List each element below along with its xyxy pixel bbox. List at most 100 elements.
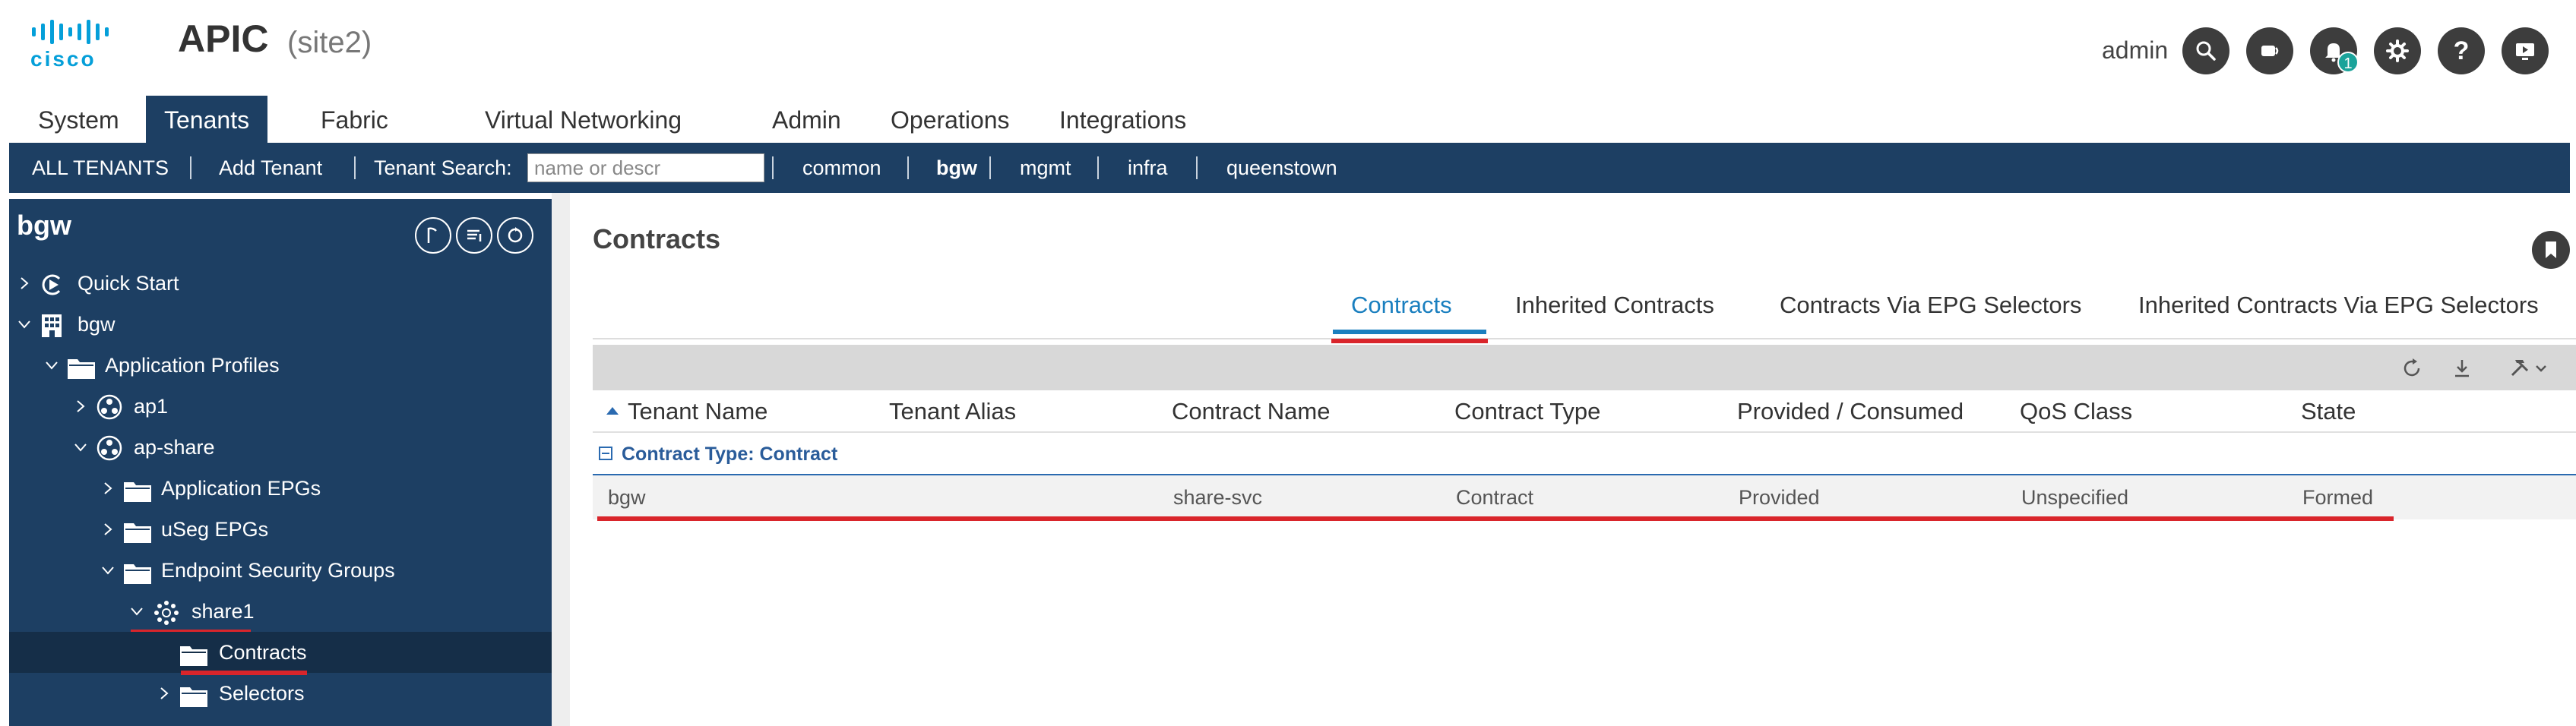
main-nav: System Tenants Fabric Virtual Networking…: [0, 96, 1292, 143]
table-row[interactable]: bgw share-svc Contract Provided Unspecif…: [593, 475, 2576, 519]
tab-integrations[interactable]: Integrations: [1041, 96, 1204, 143]
divider: [1196, 156, 1198, 179]
tree-list-button[interactable]: [456, 217, 492, 254]
tree-item-tenant-bgw[interactable]: bgw: [9, 304, 552, 345]
notification-badge: 1: [2337, 52, 2359, 73]
logo-text: cisco: [30, 47, 97, 71]
chevron-right-icon[interactable]: [99, 509, 117, 550]
tree-refresh-button[interactable]: [497, 217, 533, 254]
tab-contracts[interactable]: Contracts: [1351, 292, 1452, 319]
flag-icon: [427, 227, 437, 243]
help-button[interactable]: ?: [2438, 27, 2485, 74]
folder-icon: [67, 352, 95, 379]
tenant-link-mgmt[interactable]: mgmt: [1020, 143, 1071, 193]
tools-menu-button[interactable]: [2508, 355, 2550, 381]
work-pane: Contracts Contracts Inherited Contracts …: [570, 193, 2576, 726]
settings-button[interactable]: [2374, 27, 2421, 74]
cell-contract-type: Contract: [1456, 486, 1534, 509]
refresh-icon: [508, 227, 523, 243]
tab-fabric[interactable]: Fabric: [302, 96, 407, 143]
tab-virtual-networking[interactable]: Virtual Networking: [467, 96, 700, 143]
tree-item-application-epgs[interactable]: Application EPGs: [9, 468, 552, 509]
tenant-link-common[interactable]: common: [802, 143, 881, 193]
screen-button[interactable]: [2502, 27, 2549, 74]
column-header-qos-class[interactable]: QoS Class: [2020, 390, 2132, 433]
tab-contracts-via-epg-selectors[interactable]: Contracts Via EPG Selectors: [1780, 292, 2081, 319]
tree-expand-button[interactable]: [415, 217, 451, 254]
notifications-button[interactable]: 1: [2310, 27, 2359, 74]
chevron-down-icon[interactable]: [15, 304, 33, 345]
active-tab-indicator: [1333, 330, 1486, 334]
tenant-subnav: ALL TENANTS Add Tenant Tenant Search: co…: [9, 143, 2570, 193]
cell-qos-class: Unspecified: [2021, 486, 2129, 509]
app-title: APIC: [178, 17, 269, 60]
tab-inherited-contracts-via-epg-selectors[interactable]: Inherited Contracts Via EPG Selectors: [2138, 292, 2539, 319]
table-header: Tenant Name Tenant Alias Contract Name C…: [593, 390, 2576, 433]
tenant-link-infra[interactable]: infra: [1128, 143, 1168, 193]
tree-item-ap1[interactable]: ap1: [9, 386, 552, 427]
announcement-button[interactable]: [2246, 27, 2293, 74]
group-label: Contract Type: Contract: [622, 443, 838, 465]
app-profile-icon: [96, 393, 123, 420]
tree-label: share1: [191, 600, 255, 623]
tenant-search-label: Tenant Search:: [374, 156, 512, 179]
cell-tenant-name: bgw: [608, 486, 646, 509]
folder-icon: [179, 639, 207, 666]
tree-label: ap-share: [134, 436, 215, 459]
bookmark-button[interactable]: [2532, 231, 2570, 269]
username[interactable]: admin: [2102, 36, 2168, 65]
column-header-tenant-alias[interactable]: Tenant Alias: [889, 390, 1016, 433]
cell-provided-consumed: Provided: [1739, 486, 1820, 509]
tenant-search-input[interactable]: [527, 153, 764, 182]
tenant-link-bgw[interactable]: bgw: [936, 143, 977, 193]
chevron-right-icon[interactable]: [155, 673, 173, 714]
column-header-contract-type[interactable]: Contract Type: [1454, 390, 1600, 433]
collapse-icon[interactable]: [599, 447, 612, 460]
all-tenants-link[interactable]: ALL TENANTS: [32, 143, 169, 193]
tree-toolbar: [415, 217, 533, 254]
column-header-contract-name[interactable]: Contract Name: [1172, 390, 1330, 433]
help-icon: ?: [2453, 36, 2470, 65]
gear-icon: [2386, 39, 2409, 62]
tree-item-application-profiles[interactable]: Application Profiles: [9, 345, 552, 386]
tree-title: bgw: [17, 210, 71, 241]
chevron-right-icon[interactable]: [71, 386, 90, 427]
chevron-right-icon[interactable]: [15, 263, 33, 304]
tree-label: Quick Start: [78, 272, 179, 295]
tree-label: bgw: [78, 313, 116, 336]
panel-splitter[interactable]: [552, 193, 570, 726]
chevron-down-icon[interactable]: [99, 550, 117, 591]
search-button[interactable]: [2182, 27, 2229, 74]
tree-item-share1[interactable]: share1: [9, 591, 552, 632]
chevron-down-icon[interactable]: [128, 591, 146, 632]
cell-state: Formed: [2302, 486, 2374, 509]
tab-admin[interactable]: Admin: [754, 96, 859, 143]
tree-label: Application EPGs: [161, 477, 321, 500]
tree-label: Contracts: [219, 641, 307, 664]
tree-item-selectors[interactable]: Selectors: [9, 673, 552, 714]
tab-system[interactable]: System: [20, 96, 138, 143]
sort-ascending-icon[interactable]: [606, 407, 619, 415]
tree-item-ap-share[interactable]: ap-share: [9, 427, 552, 468]
add-tenant-link[interactable]: Add Tenant: [219, 143, 322, 193]
tab-inherited-contracts[interactable]: Inherited Contracts: [1515, 292, 1714, 319]
tenant-link-queenstown[interactable]: queenstown: [1226, 143, 1337, 193]
chevron-down-icon[interactable]: [43, 345, 61, 386]
chevron-down-icon[interactable]: [71, 427, 90, 468]
column-header-provided-consumed[interactable]: Provided / Consumed: [1737, 390, 1964, 433]
tree-item-endpoint-security-groups[interactable]: Endpoint Security Groups: [9, 550, 552, 591]
download-button[interactable]: [2448, 355, 2476, 381]
search-icon: [2196, 41, 2216, 61]
tree-item-quick-start[interactable]: Quick Start: [9, 263, 552, 304]
chevron-right-icon[interactable]: [99, 468, 117, 509]
bookmark-icon: [2546, 241, 2556, 258]
tree-item-useg-epgs[interactable]: uSeg EPGs: [9, 509, 552, 550]
column-header-tenant-name[interactable]: Tenant Name: [628, 390, 767, 433]
tree-item-contracts[interactable]: Contracts: [9, 632, 552, 673]
refresh-button[interactable]: [2398, 355, 2426, 381]
tab-tenants[interactable]: Tenants: [146, 96, 268, 143]
column-header-state[interactable]: State: [2301, 390, 2356, 433]
table-group-row[interactable]: Contract Type: Contract: [593, 433, 2576, 475]
tools-icon: [2511, 360, 2546, 377]
tab-operations[interactable]: Operations: [872, 96, 1028, 143]
